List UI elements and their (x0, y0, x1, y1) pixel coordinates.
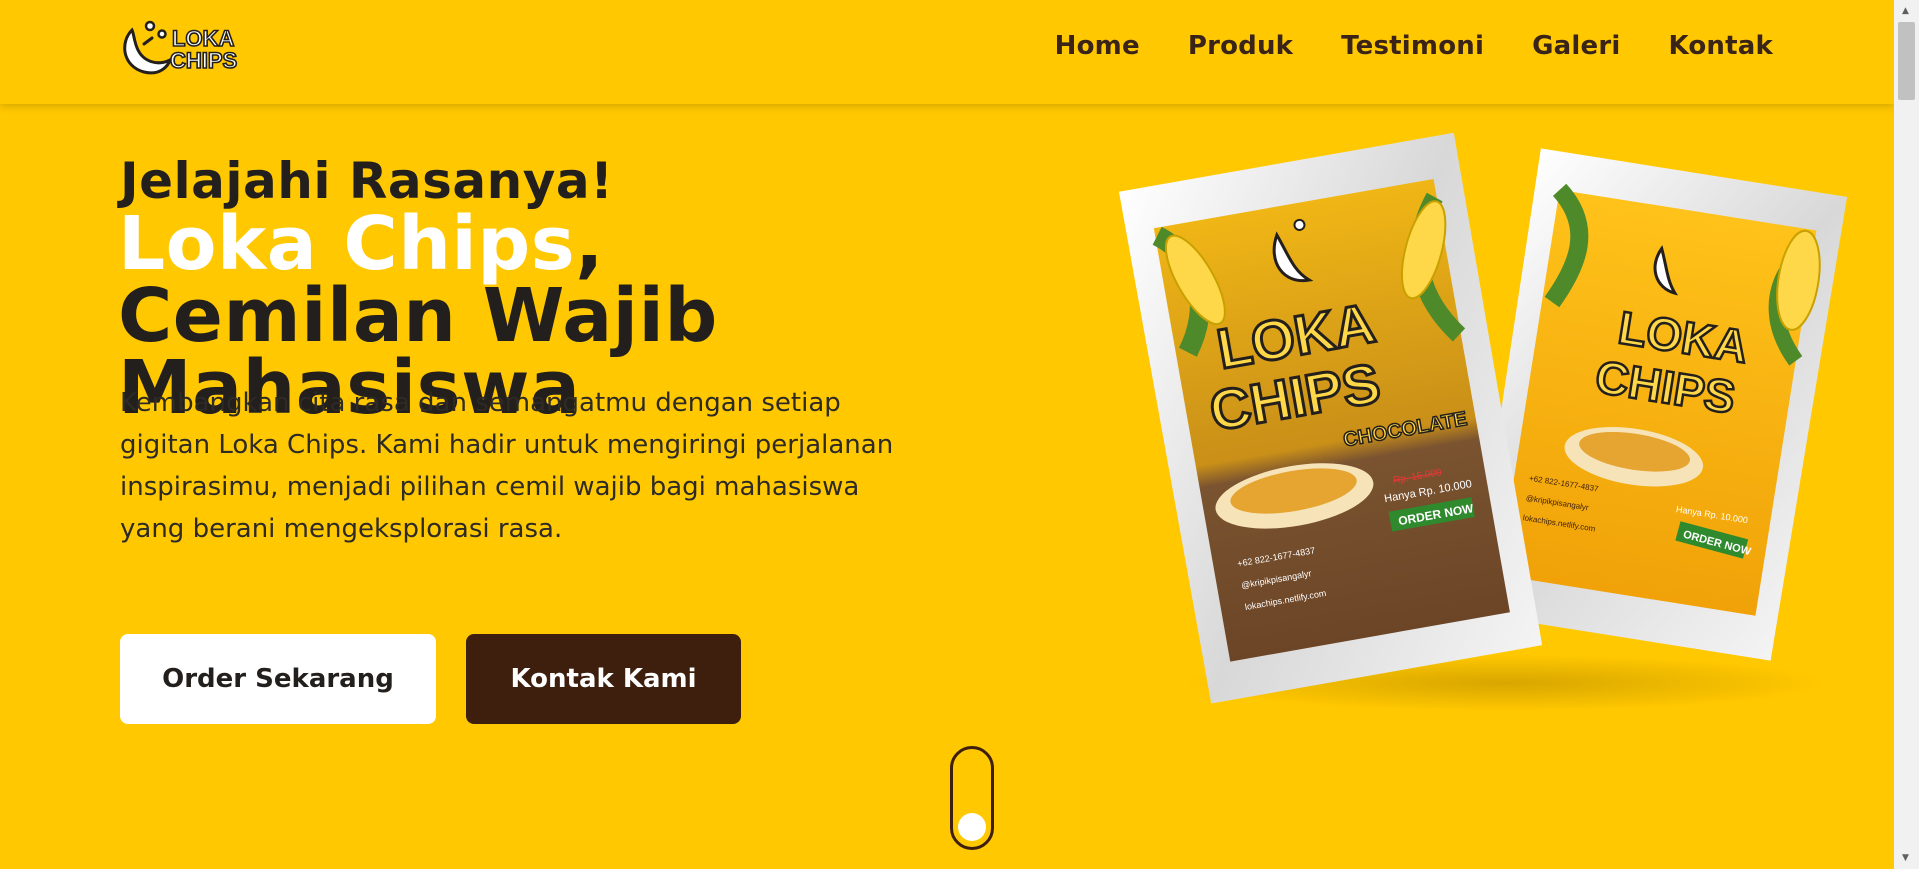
front-bag: LOKA CHIPS CHOCOLATE Rp. 15.000 Hanya Rp… (1118, 132, 1543, 704)
loka-chips-logo[interactable]: LOKA CHIPS (118, 20, 262, 76)
nav-link-home[interactable]: Home (1055, 31, 1140, 61)
scrollbar-thumb[interactable] (1898, 22, 1915, 100)
order-now-button[interactable]: Order Sekarang (120, 634, 436, 724)
scroll-indicator-dot (958, 813, 986, 841)
nav-link-testimoni[interactable]: Testimoni (1341, 31, 1484, 61)
contact-us-button[interactable]: Kontak Kami (466, 634, 741, 724)
scroll-down-arrow-icon[interactable]: ▼ (1902, 853, 1909, 863)
nav-link-produk[interactable]: Produk (1188, 31, 1293, 61)
nav-link-kontak[interactable]: Kontak (1668, 31, 1773, 61)
scroll-up-arrow-icon[interactable]: ▲ (1902, 6, 1909, 16)
scroll-down-indicator[interactable] (950, 746, 994, 850)
nav-link-galeri[interactable]: Galeri (1532, 31, 1620, 61)
vertical-scrollbar[interactable]: ▲ ▼ (1894, 0, 1919, 869)
navbar: LOKA CHIPS Home Produk Testimoni Galeri … (0, 0, 1894, 104)
logo-text-line2: CHIPS (170, 48, 237, 73)
hero-description: Kembangkan cita rasa dan semangatmu deng… (120, 388, 894, 544)
nav-menu: Home Produk Testimoni Galeri Kontak (1055, 31, 1773, 61)
product-packaging-image: LOKA CHIPS ORDER NOW Hanya Rp. 10.000 +6… (1118, 132, 1848, 711)
page: LOKA CHIPS Home Produk Testimoni Galeri … (0, 0, 1894, 869)
